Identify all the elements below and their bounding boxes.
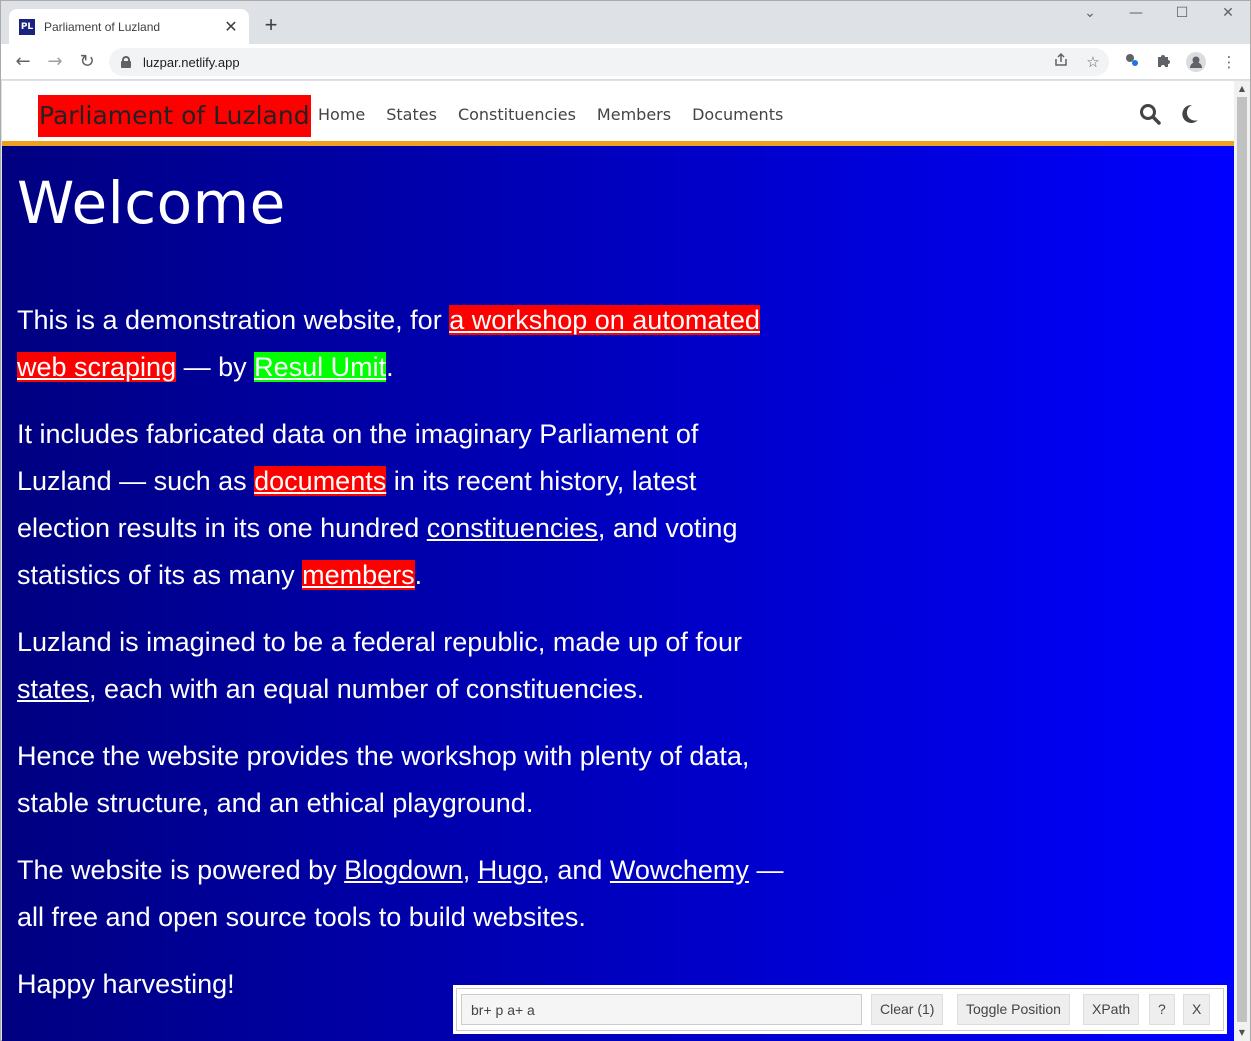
nav-constituencies[interactable]: Constituencies [458,105,576,124]
css-selector-input[interactable] [461,994,862,1025]
text: This is a demonstration website, for [17,305,450,335]
text: , [462,855,478,885]
close-window-button[interactable]: ✕ [1213,5,1243,21]
federal-paragraph: Luzland is imagined to be a federal repu… [17,619,787,713]
site-favicon-icon: PL [19,18,35,35]
scroll-up-icon[interactable]: ▲ [1234,81,1250,97]
help-button[interactable]: ? [1149,994,1175,1025]
purpose-paragraph: Hence the website provides the workshop … [17,741,750,818]
close-gadget-button[interactable]: X [1183,994,1211,1025]
forward-button[interactable]: → [43,50,67,74]
data-paragraph: It includes fabricated data on the imagi… [17,411,787,599]
reload-button[interactable]: ↻ [75,50,99,74]
text: The website is powered by [17,855,345,885]
scroll-thumb[interactable] [1237,97,1247,1022]
text: — by [176,352,255,382]
vertical-scrollbar[interactable]: ▲ ▼ [1234,81,1250,1041]
profile-icon[interactable] [1186,52,1206,72]
dark-mode-moon-icon[interactable] [1178,103,1200,125]
share-icon[interactable] [1051,52,1071,72]
nav-documents[interactable]: Documents [692,105,783,124]
xpath-button[interactable]: XPath [1083,994,1140,1025]
nav-home[interactable]: Home [318,105,365,124]
blogdown-link[interactable]: Blogdown [344,855,463,885]
browser-tab[interactable]: PL Parliament of Luzland ✕ [9,9,249,44]
puzzle-icon[interactable] [1154,52,1174,72]
browser-toolbar: ← → ↻ luzpar.netlify.app ☆ ⋮ [1,44,1250,80]
page-title: Welcome [17,169,286,237]
text: , each with an equal number of constitue… [89,674,645,704]
search-icon[interactable] [1139,103,1161,125]
address-bar[interactable]: luzpar.netlify.app [109,48,1109,76]
text: . [414,560,423,590]
wowchemy-link[interactable]: Wowchemy [610,855,749,885]
page-viewport: Parliament of Luzland Home States Consti… [2,81,1234,1041]
minimize-button[interactable]: — [1121,5,1151,21]
maximize-button[interactable]: ☐ [1167,5,1197,21]
documents-link[interactable]: documents [254,466,387,496]
selector-gadget-bar: Clear (1) Toggle Position XPath ? X [456,988,1224,1031]
toggle-position-button[interactable]: Toggle Position [957,994,1070,1025]
bookmark-star-icon[interactable]: ☆ [1083,52,1103,72]
browser-window: PL Parliament of Luzland ✕ + ⌄ — ☐ ✕ ← →… [0,0,1251,1041]
extension-gadget-icon[interactable] [1122,52,1142,72]
states-link[interactable]: states [17,674,89,704]
new-tab-button[interactable]: + [259,13,283,37]
url-text: luzpar.netlify.app [143,54,240,70]
site-header: Parliament of Luzland Home States Consti… [2,81,1234,146]
clear-button[interactable]: Clear (1) [871,994,944,1025]
nav-members[interactable]: Members [597,105,671,124]
lock-icon [121,56,131,68]
main-nav: Home States Constituencies Members Docum… [318,105,783,124]
author-link[interactable]: Resul Umit [254,352,387,382]
tab-strip: PL Parliament of Luzland ✕ + ⌄ — ☐ ✕ [1,1,1250,44]
text: . [386,352,394,382]
text: , and [542,855,610,885]
powered-by-paragraph: The website is powered by Blogdown, Hugo… [17,847,787,941]
hugo-link[interactable]: Hugo [478,855,543,885]
tab-search-icon[interactable]: ⌄ [1075,5,1105,21]
tab-close-icon[interactable]: ✕ [223,17,239,37]
menu-icon[interactable]: ⋮ [1219,52,1239,72]
back-button[interactable]: ← [11,50,35,74]
tab-title: Parliament of Luzland [44,19,161,34]
scroll-down-icon[interactable]: ▼ [1234,1025,1250,1041]
main-content: Welcome This is a demonstration website,… [17,151,787,1008]
text: Luzland is imagined to be a federal repu… [17,627,742,657]
constituencies-link[interactable]: constituencies [427,513,598,543]
site-brand[interactable]: Parliament of Luzland [38,95,311,137]
members-link[interactable]: members [302,560,415,590]
intro-paragraph: This is a demonstration website, for a w… [17,297,787,391]
nav-states[interactable]: States [386,105,437,124]
